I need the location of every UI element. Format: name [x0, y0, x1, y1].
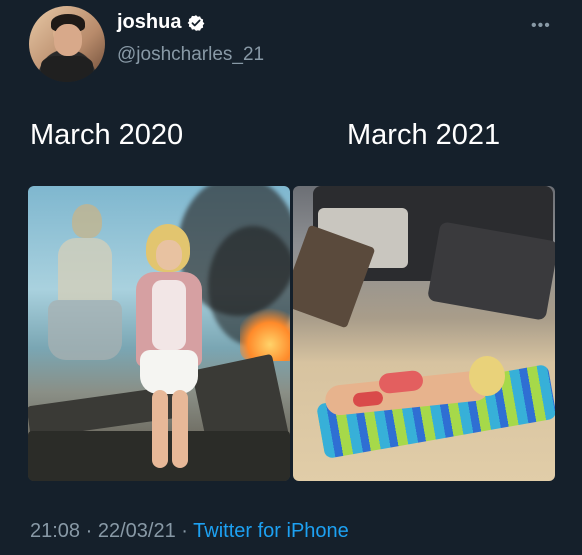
leg [172, 390, 188, 468]
author-display-name[interactable]: joshua [117, 11, 181, 34]
hair [72, 204, 102, 238]
tweet-card: joshua @joshcharles_21 ••• March 2020 Ma… [0, 0, 582, 555]
author-handle[interactable]: @joshcharles_21 [117, 44, 264, 66]
leg [152, 390, 168, 468]
dress-skirt [48, 300, 122, 360]
tweet-source-link[interactable]: Twitter for iPhone [193, 520, 349, 542]
top [152, 280, 186, 350]
tweet-image-right[interactable] [293, 186, 555, 481]
tweet-time[interactable]: 21:08 [30, 520, 80, 542]
woman-background [48, 204, 128, 364]
face [156, 240, 182, 270]
tweet-metadata: 21:08 · 22/03/21 · Twitter for iPhone [30, 520, 349, 543]
meta-separator: · [181, 520, 188, 542]
author-name-row[interactable]: joshua [117, 11, 205, 34]
profile-avatar[interactable] [29, 6, 105, 82]
tweet-date[interactable]: 22/03/21 [98, 520, 176, 542]
skirt [140, 350, 198, 394]
caption-left: March 2020 [30, 119, 184, 151]
meta-separator: · [85, 520, 93, 542]
avatar-face [54, 24, 82, 56]
more-options-icon[interactable]: ••• [531, 18, 551, 34]
tweet-image-left[interactable] [28, 186, 290, 481]
fire [240, 306, 290, 361]
caption-right: March 2021 [347, 119, 501, 151]
avatar-shirt [41, 56, 93, 82]
hair [469, 356, 505, 396]
verified-badge-icon [187, 14, 205, 32]
